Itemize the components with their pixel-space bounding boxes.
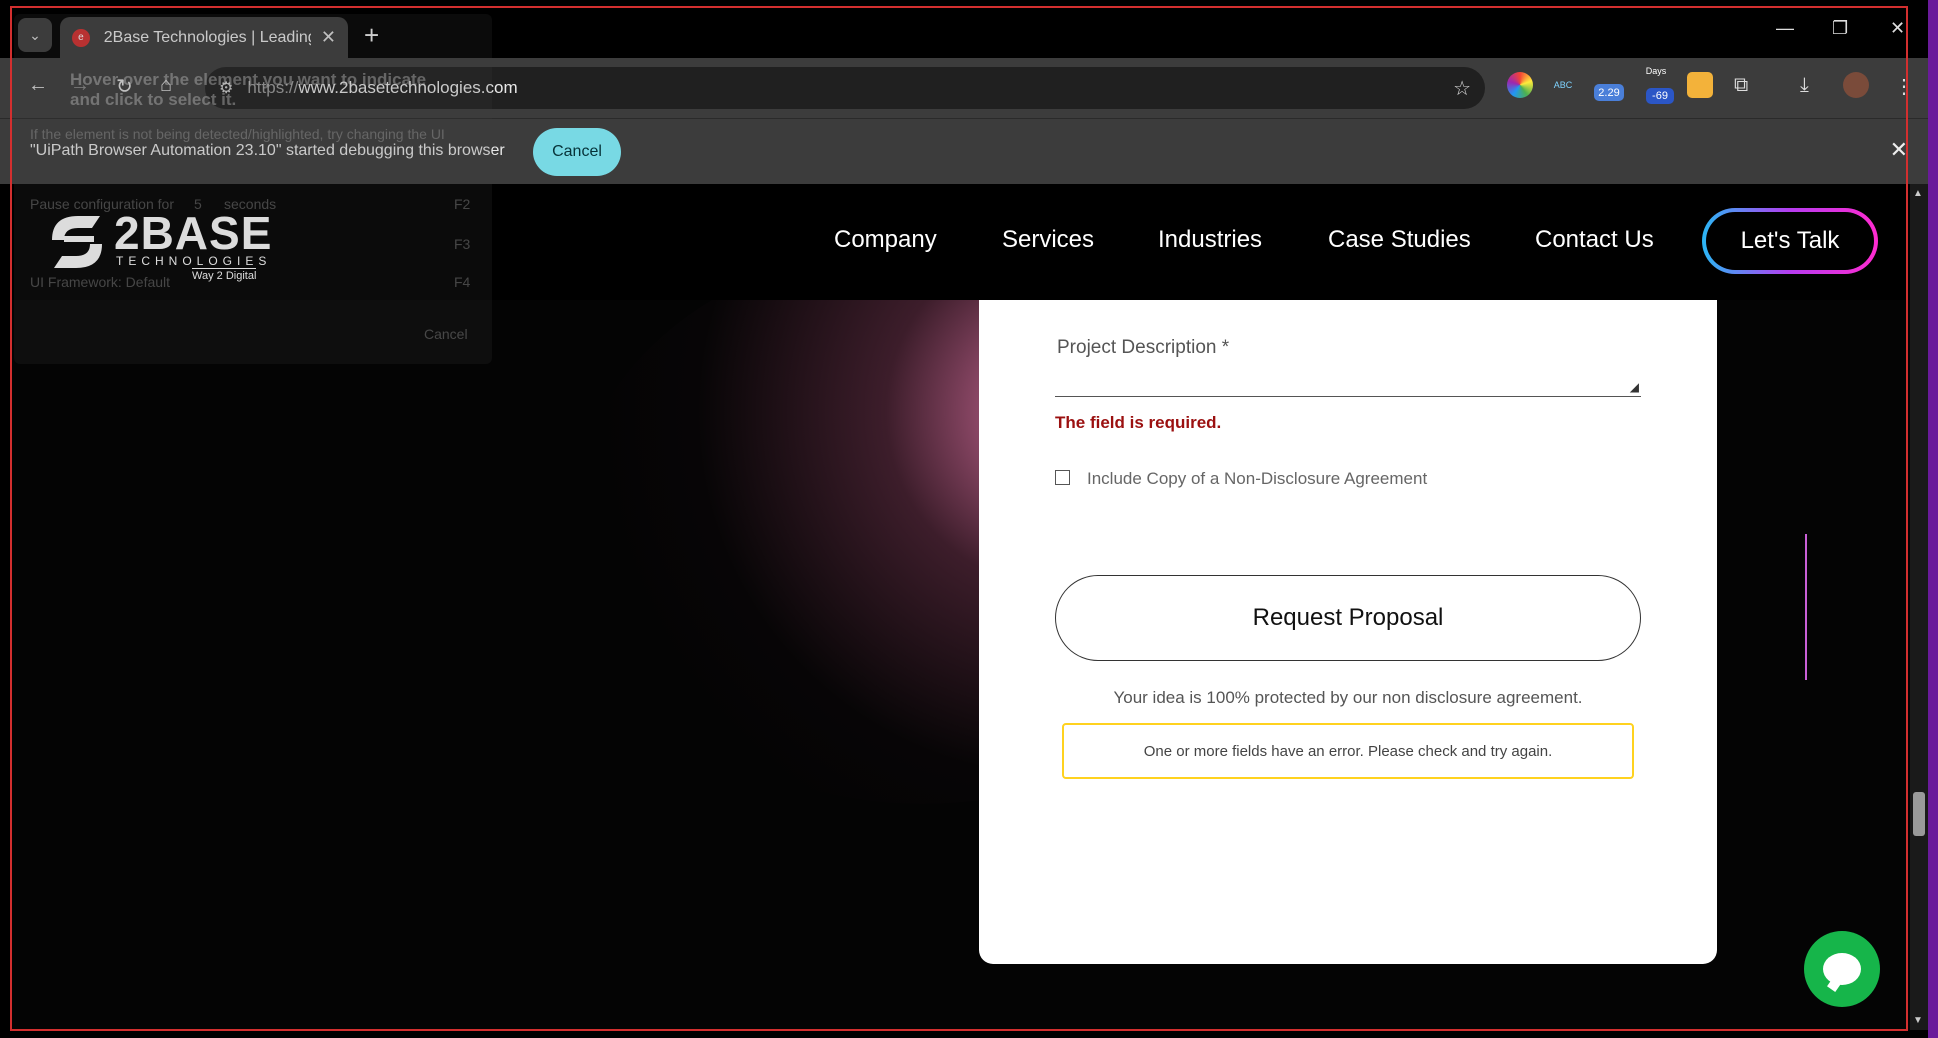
- nda-protection-note: Your idea is 100% protected by our non d…: [1113, 688, 1583, 707]
- infobar-close-icon[interactable]: ✕: [1890, 137, 1908, 163]
- tab-close-icon[interactable]: ✕: [321, 27, 336, 48]
- url-host: www.2basetechnologies.com: [298, 78, 518, 97]
- nav-contact-us[interactable]: Contact Us: [1535, 226, 1654, 254]
- form-response-message: One or more fields have an error. Please…: [1062, 723, 1634, 779]
- color-ext-icon[interactable]: [1507, 72, 1533, 98]
- chat-button[interactable]: [1804, 931, 1880, 1007]
- bookmark-star-icon[interactable]: ☆: [1453, 76, 1471, 101]
- lets-talk-label: Let's Talk: [1706, 212, 1874, 270]
- site-favicon-icon: e: [72, 28, 90, 47]
- menu-kebab-icon[interactable]: ⋮: [1894, 74, 1914, 99]
- minimize-icon[interactable]: —: [1776, 18, 1794, 39]
- nav-company[interactable]: Company: [834, 226, 937, 254]
- new-tab-button[interactable]: +: [364, 20, 379, 51]
- logo-mark-icon: [52, 216, 102, 268]
- site-header: 2BASE TECHNOLOGIES Way 2 Digital Company…: [12, 184, 1910, 300]
- lets-talk-button[interactable]: Let's Talk: [1702, 208, 1878, 274]
- project-description-field[interactable]: ◢: [1055, 371, 1641, 397]
- address-bar[interactable]: ⚙ https:// www.2basetechnologies.com ☆: [205, 67, 1485, 109]
- site-logo[interactable]: 2BASE TECHNOLOGIES Way 2 Digital: [42, 207, 273, 282]
- nda-checkbox[interactable]: [1055, 470, 1070, 485]
- home-icon[interactable]: ⌂: [160, 74, 172, 97]
- reload-icon[interactable]: ↻: [116, 74, 133, 99]
- downloads-icon[interactable]: ⤓: [1800, 74, 1809, 97]
- infobar-cancel-button[interactable]: Cancel: [533, 128, 621, 176]
- price-ext-icon[interactable]: 2.29: [1594, 84, 1624, 101]
- tab-search-button[interactable]: ⌄: [18, 18, 52, 52]
- tab-title: 2Base Technologies | Leading D: [103, 28, 311, 46]
- browser-toolbar: ← → ↻ ⌂ ⚙ https:// www.2basetechnologies…: [0, 58, 1938, 118]
- chat-bubble-icon: [1823, 953, 1861, 985]
- notes-ext-icon[interactable]: [1687, 72, 1713, 98]
- close-window-icon[interactable]: ✕: [1890, 18, 1905, 39]
- proposal-form: Project Description * ◢ The field is req…: [979, 300, 1717, 964]
- resize-grip-icon[interactable]: ◢: [1630, 380, 1639, 394]
- desktop-edge: [1928, 0, 1938, 1038]
- logo-wordmark: 2BASE: [114, 207, 273, 259]
- nav-case-studies[interactable]: Case Studies: [1328, 226, 1471, 254]
- site-info-icon[interactable]: ⚙: [219, 78, 233, 98]
- back-icon[interactable]: ←: [28, 74, 48, 97]
- page-scrollbar[interactable]: ▲ ▼: [1910, 184, 1928, 1030]
- logo-subtitle: TECHNOLOGIES: [116, 254, 272, 268]
- active-tab[interactable]: e 2Base Technologies | Leading D ✕: [60, 17, 348, 58]
- days-ext-icon[interactable]: -69: [1646, 88, 1674, 104]
- forward-icon[interactable]: →: [70, 74, 90, 97]
- logo-tagline: Way 2 Digital: [192, 268, 257, 282]
- nav-industries[interactable]: Industries: [1158, 226, 1262, 254]
- field-error-message: The field is required.: [1055, 413, 1222, 432]
- extensions-puzzle-icon[interactable]: ⧉: [1734, 74, 1748, 97]
- tab-strip: ⌄ e 2Base Technologies | Leading D ✕ + —…: [0, 0, 1938, 58]
- scroll-down-arrow-icon[interactable]: ▼: [1913, 1015, 1923, 1026]
- project-description-label: Project Description *: [1057, 337, 1230, 358]
- nav-services[interactable]: Services: [1002, 226, 1094, 254]
- scroll-progress-line: [1805, 534, 1807, 680]
- debugging-infobar: "UiPath Browser Automation 23.10" starte…: [0, 118, 1938, 184]
- days-ext-caption: Days: [1645, 66, 1667, 76]
- web-page: 2BASE TECHNOLOGIES Way 2 Digital Company…: [12, 184, 1910, 1030]
- nda-checkbox-label[interactable]: Include Copy of a Non-Disclosure Agreeme…: [1087, 469, 1427, 489]
- infobar-message: "UiPath Browser Automation 23.10" starte…: [30, 142, 505, 159]
- spell-ext-icon[interactable]: ABC: [1550, 72, 1576, 98]
- restore-icon[interactable]: ❐: [1832, 18, 1848, 39]
- request-proposal-button[interactable]: Request Proposal: [1055, 575, 1641, 661]
- scroll-thumb[interactable]: [1913, 792, 1925, 836]
- profile-avatar[interactable]: [1843, 72, 1869, 98]
- url-scheme: https://: [247, 78, 299, 97]
- browser-window: ⌄ e 2Base Technologies | Leading D ✕ + —…: [0, 0, 1938, 1038]
- scroll-up-arrow-icon[interactable]: ▲: [1913, 188, 1923, 199]
